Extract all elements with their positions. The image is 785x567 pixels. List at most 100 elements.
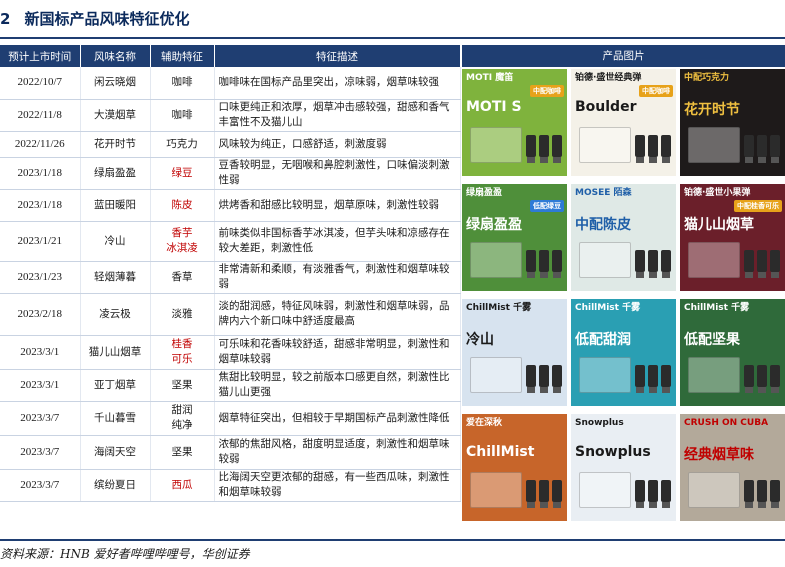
vape-pod-icon [757,365,767,393]
product-image: 绿扇盈盈 绿扇盈盈 低配绿豆 [462,184,567,291]
cell-date: 2022/11/26 [0,131,81,158]
cell-description: 烘烤香和甜感比较明显，烟草原味，刺激性较弱 [214,189,461,222]
vape-pod-icon [661,250,671,278]
cell-flavor-name: 蓝田暖阳 [80,189,151,222]
table-row: 2023/1/21 冷山 香芋 冰淇凌 前味类似非国标香芋冰淇凌，但芋头味和凉感存在较… [0,221,461,262]
cell-date: 2023/1/21 [0,221,81,262]
cell-aux-feature: 坚果 [150,369,215,402]
product-name-label: 中配陈皮 [575,217,631,233]
cell-description: 咖啡味在国标产品里突出，凉味弱，烟草味较强 [214,67,461,100]
cell-date: 2023/1/23 [0,261,81,294]
table-row: 2023/3/7 千山暮雪 甜润 纯净 烟草特征突出，但相较于早期国标产品刺激性降低 [0,401,461,436]
product-name-label: 经典烟草味 [684,447,754,463]
product-image: 中配巧克力 花开时节 [680,69,785,176]
vape-pod-icon [744,135,754,163]
cell-flavor-name: 大漠烟草 [80,99,151,132]
product-image: CRUSH ON CUBA 经典烟草味 [680,414,785,521]
cell-description: 烟草特征突出，但相较于早期国标产品刺激性降低 [214,401,461,436]
vape-pod-icon [552,250,562,278]
vape-pod-icon [744,250,754,278]
cell-description: 可乐味和花香味较舒适，甜感非常明显，刺激性和烟草味较弱 [214,335,461,370]
product-brand-label: CRUSH ON CUBA [684,418,769,428]
title-text: 新国标产品风味特征优化 [24,10,190,28]
vape-pod-icon [757,135,767,163]
product-image: ChillMist 千雾低配坚果 [680,299,785,406]
top-rule [0,37,785,39]
cell-flavor-name: 海阔天空 [80,435,151,470]
cell-description: 比海阔天空更浓郁的甜感，有一些西瓜味，刺激性和烟草味较弱 [214,469,461,502]
product-brand-label: 铂德·盛世经典弹 [575,73,642,83]
vape-pod-icon [552,480,562,508]
cell-date: 2023/3/7 [0,469,81,502]
product-image-grid: MOTI 魔笛 MOTI S 中配咖啡 铂德·盛世经典弹 Boulder 中配咖啡 中配巧克… [462,69,785,529]
vape-pod-icon [661,135,671,163]
product-brand-label: ChillMist 千雾 [684,303,750,313]
package-box [688,242,740,278]
package-box [470,242,522,278]
cell-date: 2023/3/7 [0,401,81,436]
cell-aux-feature: 甜润 纯净 [150,401,215,436]
header-date: 预计上市时间 [0,45,81,67]
package-box [579,242,631,278]
vape-pod-icon [539,480,549,508]
product-brand-label: MOSEE 陌森 [575,188,632,198]
cell-date: 2023/1/18 [0,157,81,190]
cell-flavor-name: 凌云极 [80,293,151,336]
table-row: 2022/11/26 花开时节 巧克力 风味较为纯正，口感舒适，刺激度弱 [0,131,461,158]
header-desc: 特征描述 [214,45,461,67]
vape-pod-icon [770,135,780,163]
cell-aux-feature: 咖啡 [150,67,215,100]
package-box [688,357,740,393]
product-brand-label: MOTI 魔笛 [466,73,514,83]
cell-flavor-name: 花开时节 [80,131,151,158]
table-row: 2023/3/1 亚丁烟草 坚果 焦甜比较明显，较之前版本口感更自然，刺激性比猫儿山更… [0,369,461,402]
table-body: 2022/10/7 闲云晓烟 咖啡 咖啡味在国标产品里突出，凉味弱，烟草味较强 2022… [0,67,461,502]
cell-date: 2023/1/18 [0,189,81,222]
cell-flavor-name: 闲云晓烟 [80,67,151,100]
cell-description: 非常清新和柔顺，有淡雅香气，刺激性和烟草味较弱 [214,261,461,294]
table-row: 2023/3/7 缤纷夏日 西瓜 比海阔天空更浓郁的甜感，有一些西瓜味，刺激性和烟草味… [0,469,461,502]
cell-flavor-name: 千山暮雪 [80,401,151,436]
product-name-label: Snowplus [575,444,651,460]
product-name-label: MOTI S [466,99,522,115]
vape-pod-icon [757,480,767,508]
cell-aux-feature: 巧克力 [150,131,215,158]
flavor-table: 预计上市时间 风味名称 辅助特征 特征描述 2022/10/7 闲云晓烟 咖啡 咖啡味… [0,45,461,502]
vape-pod-icon [635,135,645,163]
table-row: 2023/3/1 猫儿山烟草 桂香 可乐 可乐味和花香味较舒适，甜感非常明显，刺激性和… [0,335,461,370]
product-tag-badge: 低配绿豆 [530,200,564,212]
cell-aux-feature: 坚果 [150,435,215,470]
product-tag-badge: 中配桂香可乐 [734,200,782,212]
cell-description: 口味更纯正和浓厚，烟草冲击感较强，甜感和香气丰富性不及猫儿山 [214,99,461,132]
header-aux: 辅助特征 [150,45,215,67]
product-name-label: Boulder [575,99,637,115]
product-name-label: 冷山 [466,332,494,348]
product-brand-label: 绿扇盈盈 [466,188,503,198]
bottom-rule [0,539,785,541]
cell-aux-feature: 咖啡 [150,99,215,132]
vape-pod-icon [648,250,658,278]
vape-pod-icon [526,365,536,393]
cell-flavor-name: 冷山 [80,221,151,262]
vape-pod-icon [648,135,658,163]
cell-aux-feature: 香芋 冰淇凌 [150,221,215,262]
cell-aux-feature: 桂香 可乐 [150,335,215,370]
vape-pod-icon [770,250,780,278]
product-name-label: 低配坚果 [684,332,740,348]
table-row: 2023/1/18 绿扇盈盈 绿豆 豆香较明显，无咽喉和鼻腔刺激性，口味偏淡刺激性弱 [0,157,461,190]
table-row: 2022/10/7 闲云晓烟 咖啡 咖啡味在国标产品里突出，凉味弱，烟草味较强 [0,67,461,100]
vape-pod-icon [526,250,536,278]
package-box [470,357,522,393]
product-brand-label: ChillMist 千雾 [466,303,532,313]
cell-description: 淡的甜润感，特征风味弱，刺激性和烟草味弱，品牌内六个新口味中舒适度最高 [214,293,461,336]
package-box [579,127,631,163]
vape-pod-icon [770,480,780,508]
vape-pod-icon [539,365,549,393]
vape-pod-icon [539,135,549,163]
product-tag-badge: 中配咖啡 [530,85,564,97]
package-box [470,472,522,508]
figure-number: 2 [0,10,11,28]
product-image: ChillMist 千雾 低配甜润 [571,299,676,406]
cell-aux-feature: 陈皮 [150,189,215,222]
cell-date: 2023/3/7 [0,435,81,470]
